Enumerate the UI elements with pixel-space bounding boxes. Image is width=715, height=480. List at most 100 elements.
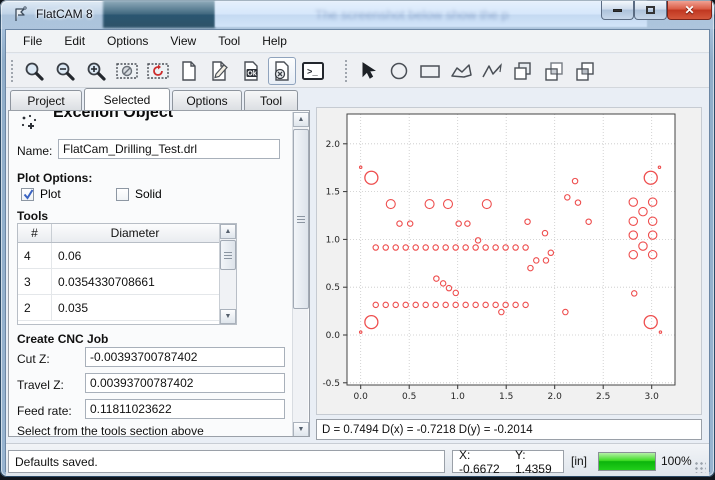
- menubar: File Edit Options View Tool Help: [6, 30, 709, 53]
- subtract-tool-button[interactable]: [540, 57, 568, 85]
- panel-scrollbar[interactable]: ▲ ▼: [292, 112, 308, 437]
- travelz-input[interactable]: 0.00393700787402: [85, 373, 285, 393]
- svg-text:>_: >_: [307, 67, 318, 77]
- table-row[interactable]: 3 0.0354330708661: [18, 269, 236, 295]
- replot-icon: [146, 60, 170, 82]
- zoom-out-button[interactable]: [51, 57, 79, 85]
- menu-options[interactable]: Options: [96, 31, 159, 51]
- tab-options[interactable]: Options: [172, 90, 242, 110]
- plot-checkbox[interactable]: Plot: [21, 187, 61, 201]
- svg-text:Ok: Ok: [247, 70, 256, 77]
- polygon-icon: [449, 61, 473, 81]
- svg-text:1.5: 1.5: [326, 188, 340, 198]
- resize-grip[interactable]: [693, 460, 706, 473]
- new-file-button[interactable]: [175, 57, 203, 85]
- intersect-icon: [574, 60, 596, 82]
- new-file-icon: [179, 60, 199, 82]
- pointer-tool-button[interactable]: [354, 57, 382, 85]
- toolbar-drag-handle[interactable]: [10, 59, 15, 83]
- clear-plot-icon: [115, 60, 139, 82]
- table-scroll-down-icon[interactable]: ▼: [220, 309, 236, 324]
- col-number[interactable]: #: [18, 224, 52, 242]
- table-scrollbar[interactable]: ▲ ▼: [219, 224, 236, 324]
- svg-text:1.5: 1.5: [499, 392, 513, 402]
- close-button[interactable]: ✕: [667, 1, 712, 20]
- svg-text:2.0: 2.0: [326, 140, 341, 150]
- rectangle-icon: [418, 61, 442, 81]
- minimize-icon: [613, 9, 622, 12]
- panel-scroll-up-icon[interactable]: ▲: [293, 112, 309, 127]
- progress-percent: 100%: [661, 454, 692, 468]
- edit-object-button[interactable]: [206, 57, 234, 85]
- window-title: FlatCAM 8: [36, 7, 93, 21]
- minimize-button[interactable]: [601, 1, 634, 20]
- svg-text:0.5: 0.5: [402, 392, 416, 402]
- excellon-object-panel: Excellon Object Name: FlatCam_Drilling_T…: [8, 110, 310, 437]
- col-diameter[interactable]: Diameter: [52, 224, 218, 242]
- delete-object-button[interactable]: [268, 57, 296, 85]
- draw-path-button[interactable]: [478, 57, 506, 85]
- status-message: Defaults saved.: [8, 450, 445, 473]
- maximize-button[interactable]: [634, 1, 667, 20]
- table-row[interactable]: 4 0.06: [18, 243, 236, 269]
- svg-text:0.0: 0.0: [326, 331, 341, 341]
- panel-scroll-down-icon[interactable]: ▼: [293, 422, 309, 437]
- shell-button[interactable]: >_: [299, 57, 327, 85]
- delete-object-icon: [272, 60, 292, 82]
- coord-y: Y: 1.4359: [515, 448, 557, 476]
- cutz-input[interactable]: -0.00393700787402: [85, 347, 285, 367]
- tab-selected[interactable]: Selected: [84, 88, 170, 110]
- svg-text:3.0: 3.0: [645, 392, 660, 402]
- solid-checkbox[interactable]: Solid: [116, 187, 162, 201]
- menu-edit[interactable]: Edit: [53, 31, 96, 51]
- tab-tool[interactable]: Tool: [244, 90, 298, 110]
- measurement-readout: D = 0.7494 D(x) = -0.7218 D(y) = -0.2014: [316, 419, 702, 440]
- tools-table-header: # Diameter: [18, 224, 236, 243]
- plot-canvas[interactable]: 0.00.51.01.52.02.53.0-0.50.00.51.01.52.0: [317, 108, 701, 414]
- draw-polygon-button[interactable]: [447, 57, 475, 85]
- replot-button[interactable]: [144, 57, 172, 85]
- table-scroll-thumb[interactable]: [220, 240, 236, 270]
- menu-help[interactable]: Help: [251, 31, 298, 51]
- tools-hint: Select from the tools section above: [17, 424, 204, 437]
- tab-project[interactable]: Project: [10, 90, 82, 110]
- ok-file-button[interactable]: Ok: [237, 57, 265, 85]
- zoom-in-button[interactable]: [82, 57, 110, 85]
- intersect-tool-button[interactable]: [571, 57, 599, 85]
- tools-label: Tools: [17, 209, 48, 223]
- cutz-label: Cut Z:: [17, 352, 50, 366]
- excellon-object-icon: [19, 113, 43, 137]
- travelz-label: Travel Z:: [17, 378, 64, 392]
- menu-file[interactable]: File: [12, 31, 53, 51]
- circle-icon: [388, 60, 410, 82]
- titlebar[interactable]: The screenshot below show the p FlatCAM …: [0, 0, 715, 29]
- units-indicator: [in]: [571, 454, 587, 468]
- svg-text:2.5: 2.5: [596, 392, 610, 402]
- progress-fill: [599, 453, 655, 470]
- union-icon: [512, 60, 534, 82]
- table-scroll-up-icon[interactable]: ▲: [220, 224, 236, 239]
- name-input[interactable]: FlatCam_Drilling_Test.drl: [58, 139, 280, 159]
- draw-circle-button[interactable]: [385, 57, 413, 85]
- toolbar: Ok >_: [6, 54, 709, 88]
- toolbar2-drag-handle[interactable]: [344, 59, 349, 83]
- panel-scroll-thumb[interactable]: [293, 129, 309, 309]
- zoom-out-icon: [54, 60, 76, 82]
- feedrate-label: Feed rate:: [17, 404, 72, 418]
- tools-table: # Diameter 4 0.06 3 0.0354330708661 2 0.…: [17, 223, 237, 325]
- path-icon: [480, 61, 504, 81]
- plot-figure[interactable]: 0.00.51.01.52.02.53.0-0.50.00.51.01.52.0: [316, 107, 702, 415]
- menu-view[interactable]: View: [159, 31, 207, 51]
- svg-text:1.0: 1.0: [326, 235, 341, 245]
- table-row[interactable]: 2 0.035: [18, 295, 236, 321]
- draw-rectangle-button[interactable]: [416, 57, 444, 85]
- feedrate-input[interactable]: 0.11811023622: [85, 399, 285, 419]
- union-tool-button[interactable]: [509, 57, 537, 85]
- name-label: Name:: [17, 144, 52, 158]
- panel-title: Excellon Object: [53, 110, 173, 122]
- zoom-fit-button[interactable]: [20, 57, 48, 85]
- clear-plot-button[interactable]: [113, 57, 141, 85]
- menu-tool[interactable]: Tool: [207, 31, 251, 51]
- solid-checkbox-label: Solid: [135, 187, 162, 201]
- progress-bar: [598, 452, 656, 471]
